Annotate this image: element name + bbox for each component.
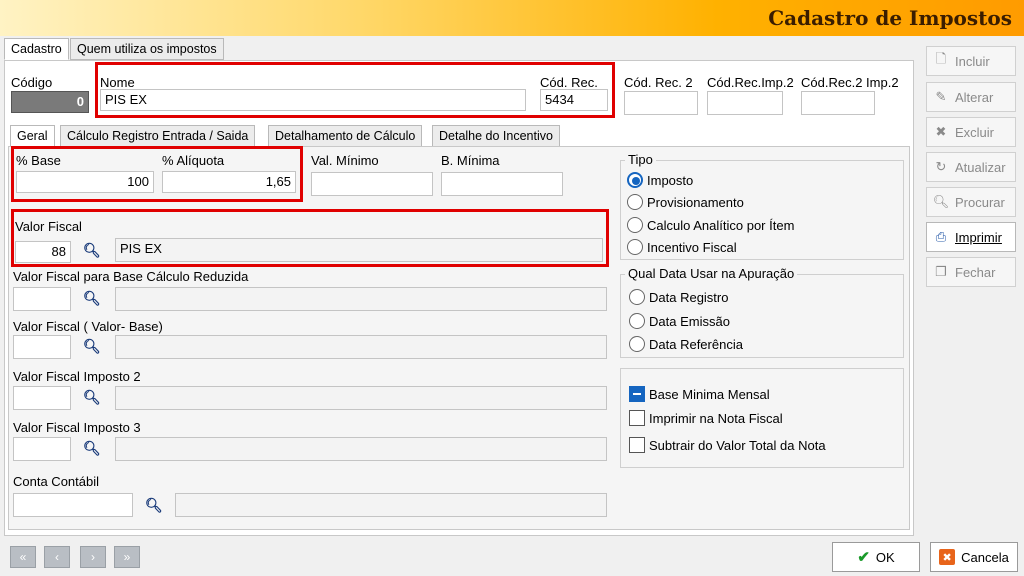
vf-imposto3-label: Valor Fiscal Imposto 3 (13, 420, 141, 435)
window-title: Cadastro de Impostos (768, 6, 1012, 30)
binoculars-icon[interactable]: 🔍︎ (83, 242, 101, 259)
binoculars-icon[interactable]: 🔍︎ (83, 338, 101, 355)
atualizar-button[interactable]: ↻ Atualizar (926, 152, 1016, 182)
ok-button[interactable]: ✔ OK (832, 542, 920, 572)
next-record-button[interactable]: › (80, 546, 106, 568)
check-icon: ✔ (857, 549, 870, 566)
aliquota-field[interactable]: 1,65 (162, 171, 296, 193)
procurar-button[interactable]: 🔍︎ Procurar (926, 187, 1016, 217)
last-record-button[interactable]: » (114, 546, 140, 568)
conta-contabil-label: Conta Contábil (13, 474, 99, 489)
cancel-button[interactable]: ✖ Cancela (930, 542, 1018, 572)
imprimir-button[interactable]: ⎙ Imprimir (926, 222, 1016, 252)
checkbox-icon[interactable] (629, 410, 645, 426)
val-minimo-field[interactable] (311, 172, 433, 196)
fechar-button[interactable]: ❐ Fechar (926, 257, 1016, 287)
conta-contabil-code[interactable] (13, 493, 133, 517)
vf-valor-base-desc (115, 335, 607, 359)
cod-rec2-imp2-field[interactable] (801, 91, 875, 115)
binoculars-icon[interactable]: 🔍︎ (145, 497, 163, 514)
val-minimo-label: Val. Mínimo (311, 153, 379, 168)
close-doc-icon: ❐ (935, 264, 947, 279)
conta-contabil-desc (175, 493, 607, 517)
tipo-option-provisionamento[interactable]: Provisionamento (627, 194, 744, 210)
checkbox-icon[interactable] (629, 437, 645, 453)
valor-fiscal-desc: PIS EX (115, 238, 603, 262)
vf-valor-base-label: Valor Fiscal ( Valor- Base) (13, 319, 163, 334)
cod-rec-imp2-label: Cód.Rec.Imp.2 (707, 75, 794, 90)
binoculars-icon[interactable]: 🔍︎ (83, 290, 101, 307)
tipo-option-calculo-analitico[interactable]: Calculo Analítico por Ítem (627, 217, 794, 233)
document-icon: 🗋 (935, 51, 947, 66)
first-record-button[interactable]: « (10, 546, 36, 568)
cancel-icon: ✖ (939, 549, 956, 565)
base-label: % Base (16, 153, 61, 168)
radio-icon[interactable] (629, 336, 645, 352)
vf-base-reduzida-code[interactable] (13, 287, 71, 311)
cod-rec-label: Cód. Rec. (540, 75, 598, 90)
data-option-referencia[interactable]: Data Referência (629, 336, 743, 352)
radio-icon[interactable] (627, 217, 643, 233)
check-subtrair-total[interactable]: Subtrair do Valor Total da Nota (629, 437, 826, 453)
binoculars-icon[interactable]: 🔍︎ (83, 440, 101, 457)
valor-fiscal-label: Valor Fiscal (15, 219, 82, 234)
vf-imposto2-code[interactable] (13, 386, 71, 410)
alterar-button[interactable]: ✎ Alterar (926, 82, 1016, 112)
cod-rec2-field[interactable] (624, 91, 698, 115)
tipo-option-imposto[interactable]: Imposto (627, 172, 693, 188)
codigo-label: Código (11, 75, 53, 90)
edit-icon: ✎ (935, 89, 947, 104)
prev-record-button[interactable]: ‹ (44, 546, 70, 568)
data-option-registro[interactable]: Data Registro (629, 289, 728, 305)
check-imprimir-nota[interactable]: Imprimir na Nota Fiscal (629, 410, 783, 426)
tab-cadastro[interactable]: Cadastro (4, 38, 69, 60)
cod-rec2-imp2-label: Cód.Rec.2 Imp.2 (801, 75, 899, 90)
codigo-field[interactable]: 0 (11, 91, 89, 113)
incluir-button[interactable]: 🗋 Incluir (926, 46, 1016, 76)
binoculars-icon[interactable]: 🔍︎ (83, 389, 101, 406)
data-apuracao-title: Qual Data Usar na Apuração (625, 266, 798, 281)
delete-icon: ✖ (935, 124, 947, 139)
radio-icon[interactable] (627, 239, 643, 255)
radio-icon[interactable] (629, 313, 645, 329)
binoculars-icon: 🔍︎ (932, 194, 950, 209)
refresh-icon: ↻ (935, 159, 947, 174)
tab-detalhe-incentivo[interactable]: Detalhe do Incentivo (432, 125, 560, 147)
tipo-option-incentivo[interactable]: Incentivo Fiscal (627, 239, 737, 255)
radio-icon[interactable] (629, 289, 645, 305)
nome-label: Nome (100, 75, 135, 90)
vf-imposto2-desc (115, 386, 607, 410)
tipo-title: Tipo (625, 152, 656, 167)
vf-imposto3-desc (115, 437, 607, 461)
tab-calculo-registro[interactable]: Cálculo Registro Entrada / Saida (60, 125, 256, 147)
base-field[interactable]: 100 (16, 171, 154, 193)
check-base-minima[interactable]: Base Minima Mensal (629, 386, 770, 402)
vf-imposto2-label: Valor Fiscal Imposto 2 (13, 369, 141, 384)
excluir-button[interactable]: ✖ Excluir (926, 117, 1016, 147)
tab-geral[interactable]: Geral (10, 125, 55, 147)
b-minima-label: B. Mínima (441, 153, 500, 168)
cod-rec2-label: Cód. Rec. 2 (624, 75, 693, 90)
aliquota-label: % Alíquota (162, 153, 225, 168)
radio-icon[interactable] (627, 194, 643, 210)
cod-rec-imp2-field[interactable] (707, 91, 783, 115)
radio-icon[interactable] (627, 172, 643, 188)
tab-detalhamento[interactable]: Detalhamento de Cálculo (268, 125, 423, 147)
nome-field[interactable]: PIS EX (100, 89, 526, 111)
vf-imposto3-code[interactable] (13, 437, 71, 461)
vf-valor-base-code[interactable] (13, 335, 71, 359)
printer-icon: ⎙ (935, 229, 947, 244)
vf-base-reduzida-label: Valor Fiscal para Base Cálculo Reduzida (13, 269, 249, 284)
tab-quem-utiliza[interactable]: Quem utiliza os impostos (70, 38, 224, 60)
data-option-emissao[interactable]: Data Emissão (629, 313, 730, 329)
cod-rec-field[interactable]: 5434 (540, 89, 608, 111)
checkbox-icon[interactable] (629, 386, 645, 402)
b-minima-field[interactable] (441, 172, 563, 196)
valor-fiscal-code[interactable]: 88 (15, 241, 71, 263)
vf-base-reduzida-desc (115, 287, 607, 311)
